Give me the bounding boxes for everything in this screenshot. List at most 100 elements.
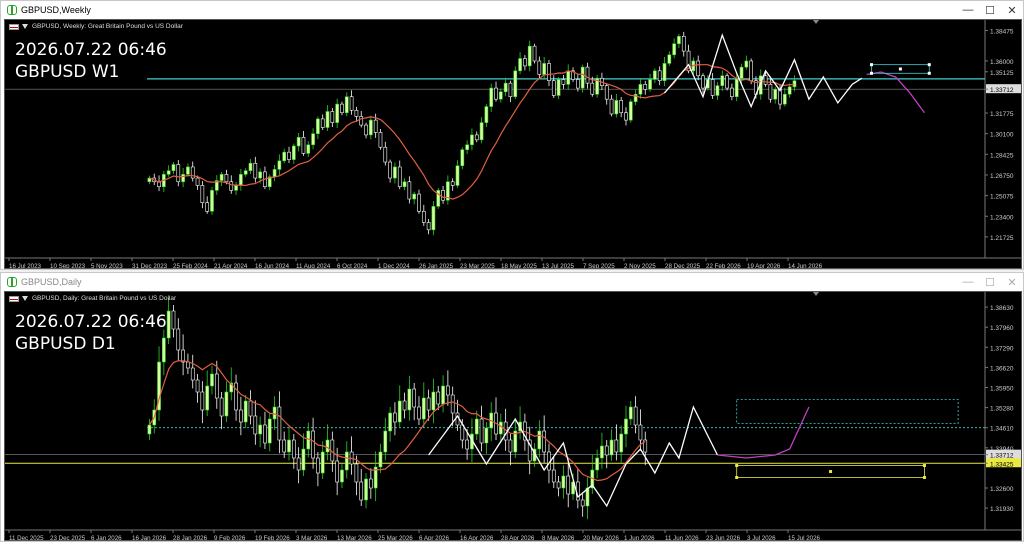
candle-body <box>450 394 455 414</box>
candle-body <box>672 43 676 56</box>
candle-body <box>272 406 277 420</box>
minimize-button[interactable]: — <box>957 1 979 19</box>
candle-body <box>267 418 272 444</box>
candle-body <box>195 379 200 393</box>
box-handle <box>898 67 902 71</box>
candle-body <box>537 60 542 75</box>
candle-body <box>258 424 262 435</box>
candle-body <box>291 145 296 160</box>
maximize-button[interactable]: ☐ <box>979 273 1001 291</box>
candle-body <box>243 400 248 423</box>
candle-body <box>580 66 585 89</box>
candle-body <box>431 206 436 231</box>
window-titlebar[interactable]: GBPUSD,Daily — ☐ ✕ <box>1 273 1023 291</box>
date-label: 3 Jul 2026 <box>747 535 776 541</box>
candle-body <box>561 475 566 489</box>
candle-body <box>576 79 580 89</box>
candle-body <box>296 137 301 147</box>
box-handle <box>829 470 833 473</box>
candle-body <box>489 87 494 107</box>
candle-body <box>397 166 402 187</box>
candle-body <box>513 70 518 98</box>
candle-body <box>402 181 407 187</box>
close-button[interactable]: ✕ <box>1001 273 1023 291</box>
candle-body <box>619 100 624 114</box>
candle-body <box>417 193 421 212</box>
date-label: 8 May 2026 <box>542 535 575 541</box>
candle-body <box>701 75 705 89</box>
price-label: 1.34610 <box>990 426 1014 433</box>
price-label: 1.37290 <box>990 345 1014 352</box>
candle-body <box>330 111 335 123</box>
daily-chart-window[interactable]: GBPUSD,Daily — ☐ ✕ 1.38630 1.37960 1.37290… <box>0 272 1024 542</box>
maximize-button[interactable]: ☐ <box>979 1 1001 19</box>
candle-body <box>614 439 619 453</box>
weekly-chart-window[interactable]: GBPUSD,Weekly — ☐ ✕ 1.38475 1.36000 1.3512… <box>0 0 1024 270</box>
candle-body <box>316 457 320 474</box>
candle-body <box>354 109 359 117</box>
chart-header-text: GBPUSD, Daily: Great Britain Pound vs US… <box>32 295 177 302</box>
date-label: 28 Jan 2026 <box>173 535 208 541</box>
candle-body <box>364 478 368 501</box>
candle-body <box>431 391 436 411</box>
window-title: GBPUSD,Daily <box>21 277 82 287</box>
candle-body <box>792 80 797 88</box>
triangle-down-icon <box>22 24 28 29</box>
candle-body <box>277 406 282 441</box>
chart-shift-marker <box>813 292 819 296</box>
candle-body <box>229 181 234 191</box>
window-titlebar[interactable]: GBPUSD,Weekly — ☐ ✕ <box>1 1 1023 19</box>
candle-body <box>369 478 373 489</box>
candle-body <box>523 58 527 67</box>
candle-body <box>147 424 152 435</box>
date-label: 31 Dec 2023 <box>132 263 168 269</box>
close-button[interactable]: ✕ <box>1001 1 1023 19</box>
candle-body <box>556 79 561 96</box>
price-label: 1.33425 <box>990 461 1014 468</box>
minimize-button[interactable]: — <box>957 273 979 291</box>
candle-body <box>344 96 349 114</box>
date-label: 15 Jul 2026 <box>788 535 821 541</box>
candle-body <box>306 144 311 154</box>
chart-canvas[interactable]: 1.38475 1.36000 1.35125 1.33712 1.31775 1.301… <box>4 19 1022 269</box>
candle-body <box>234 185 238 191</box>
candle-body <box>388 412 392 432</box>
price-label: 1.30100 <box>990 132 1014 139</box>
candle-body <box>498 91 503 100</box>
candle-body <box>542 430 546 453</box>
candle-body <box>494 87 498 100</box>
candle-body <box>272 169 277 178</box>
box-handle <box>870 63 873 67</box>
candle-body <box>166 310 171 339</box>
candle-body <box>373 119 378 133</box>
candle-body <box>426 397 431 411</box>
date-label: 16 Jun 2024 <box>255 263 290 269</box>
gb-flag-icon <box>9 23 19 30</box>
candle-body <box>210 373 214 387</box>
candle-body <box>263 424 267 444</box>
candle-body <box>479 122 484 141</box>
price-label: 1.38630 <box>990 305 1014 312</box>
candle-body <box>325 111 330 128</box>
candle-body <box>455 165 460 186</box>
date-label: 19 Feb 2026 <box>255 535 290 541</box>
date-label: 26 Jan 2025 <box>419 263 454 269</box>
candle-body <box>734 77 739 98</box>
candle-body <box>311 133 315 146</box>
candle-body <box>162 337 166 363</box>
projection-line <box>866 71 925 114</box>
candle-body <box>383 430 388 453</box>
chart-canvas[interactable]: 1.38630 1.37960 1.37290 1.36620 1.35950 1.352… <box>4 291 1022 541</box>
box-handle <box>735 464 739 467</box>
candle-body <box>446 385 450 396</box>
candle-body <box>768 84 773 100</box>
candle-body <box>359 116 364 126</box>
candle-body <box>595 457 599 471</box>
candle-body <box>195 177 200 186</box>
candle-body <box>344 451 349 471</box>
candle-body <box>710 79 715 96</box>
candle-body <box>426 222 431 231</box>
price-label: 1.36000 <box>990 59 1014 66</box>
candle-body <box>205 202 210 212</box>
candle-body <box>287 439 291 453</box>
